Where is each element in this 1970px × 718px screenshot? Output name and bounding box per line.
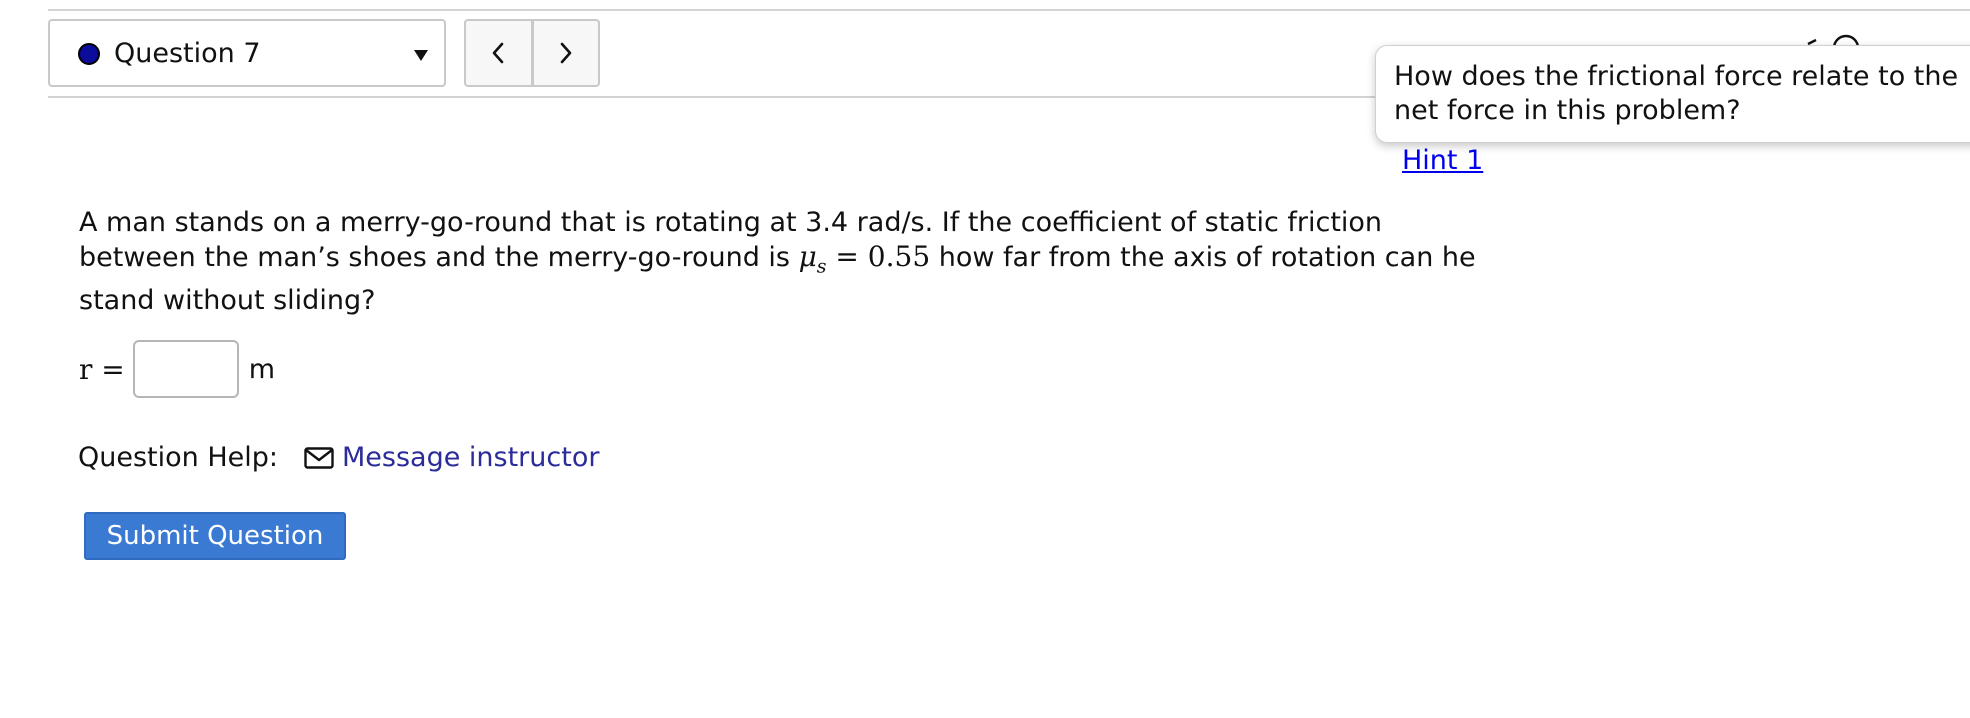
question-selector-dropdown[interactable]: Question 7 xyxy=(48,19,446,87)
question-status-dot xyxy=(78,43,100,65)
answer-row: r = m xyxy=(79,339,275,399)
mail-icon[interactable] xyxy=(304,447,334,469)
math-value: = 0.55 xyxy=(826,240,931,273)
hint-popover-text: How does the frictional force relate to … xyxy=(1394,61,1959,126)
top-divider xyxy=(48,9,1970,11)
page: Question 7 How does the frictional force… xyxy=(0,0,1970,718)
answer-variable-label: r = xyxy=(79,352,125,386)
next-question-button[interactable] xyxy=(530,21,599,85)
question-help-row: Question Help: Message instructor xyxy=(78,441,599,475)
hint-popover: How does the frictional force relate to … xyxy=(1375,45,1970,143)
question-nav-buttons xyxy=(464,19,600,87)
math-symbol-mu: μ xyxy=(798,240,817,273)
submit-question-button[interactable]: Submit Question xyxy=(84,512,346,560)
dropdown-arrow-icon xyxy=(414,50,428,61)
answer-input[interactable] xyxy=(132,340,239,398)
chevron-left-icon xyxy=(492,42,504,64)
previous-question-button[interactable] xyxy=(466,21,531,85)
question-help-label: Question Help: xyxy=(78,442,278,473)
chevron-right-icon xyxy=(560,42,572,64)
message-instructor-link[interactable]: Message instructor xyxy=(342,441,599,475)
friction-coefficient-math: μs = 0.55 xyxy=(798,240,931,278)
question-selector-label: Question 7 xyxy=(114,38,261,69)
hint-1-link[interactable]: Hint 1 xyxy=(1402,144,1483,178)
answer-unit-label: m xyxy=(248,353,276,385)
math-subscript-s: s xyxy=(816,255,827,278)
question-text: A man stands on a merry-go-round that is… xyxy=(79,206,1479,318)
